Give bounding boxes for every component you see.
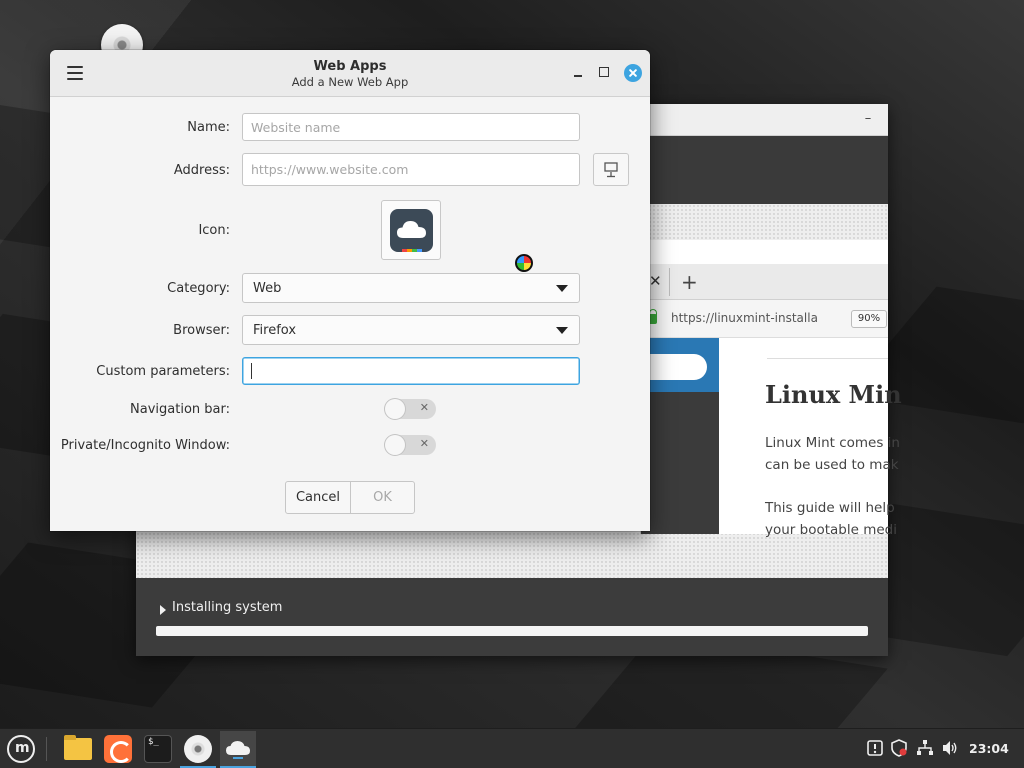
- name-label: Name:: [187, 120, 230, 135]
- dialog-title: Web Apps: [313, 59, 387, 74]
- clock[interactable]: 23:04: [969, 741, 1009, 756]
- slide-line: Linux Mint comes in: [765, 435, 900, 451]
- category-label: Category:: [167, 281, 230, 296]
- menu-button[interactable]: m: [5, 734, 37, 764]
- dropdown-arrow-icon: [556, 327, 568, 334]
- dialog-header: Web Apps Add a New Web App: [50, 50, 650, 97]
- installer-minimize-button[interactable]: –: [862, 112, 874, 126]
- address-label: Address:: [173, 163, 230, 178]
- close-icon: ✕: [649, 272, 662, 290]
- page-rule: [767, 358, 888, 359]
- off-icon: ✕: [419, 401, 429, 414]
- switch-knob: [385, 435, 405, 455]
- custom-parameters-label: Custom parameters:: [96, 364, 230, 379]
- shield-icon[interactable]: [890, 739, 908, 757]
- browser-tab-strip: ✕ +: [641, 264, 888, 300]
- webapps-launcher[interactable]: [220, 731, 256, 768]
- page-search-box: [641, 354, 707, 380]
- switch-knob: [385, 399, 405, 419]
- page-sidebar: [641, 338, 719, 534]
- webapp-cloud-icon: [390, 209, 433, 252]
- category-value: Web: [253, 281, 282, 296]
- navigation-bar-switch[interactable]: ✕: [385, 399, 436, 419]
- dropdown-arrow-icon: [556, 285, 568, 292]
- terminal-icon: $_: [144, 735, 172, 763]
- firefox-icon: [104, 735, 132, 763]
- taskbar: m $_ 23:04: [0, 728, 1024, 768]
- volume-icon[interactable]: [941, 739, 959, 757]
- browser-zoom: 90%: [851, 310, 887, 328]
- browser-value: Firefox: [253, 323, 297, 338]
- browser-label: Browser:: [173, 323, 230, 338]
- cancel-button[interactable]: Cancel: [285, 481, 351, 514]
- address-input[interactable]: [242, 153, 580, 186]
- progress-label: Installing system: [172, 600, 283, 615]
- slide-heading: Linux Min: [765, 380, 902, 409]
- plus-icon: +: [681, 270, 698, 294]
- folder-icon: [64, 735, 92, 760]
- expander-arrow-icon[interactable]: [160, 605, 166, 615]
- private-window-switch[interactable]: ✕: [385, 435, 436, 455]
- navigation-bar-label: Navigation bar:: [130, 402, 230, 417]
- slide-line: your bootable medi: [765, 522, 897, 538]
- install-progress-area: Installing system: [136, 578, 888, 656]
- browser-select[interactable]: Firefox: [242, 315, 580, 345]
- fetch-favicon-button[interactable]: [593, 153, 629, 186]
- icon-picker-button[interactable]: [381, 200, 441, 260]
- taskbar-separator: [46, 737, 47, 761]
- terminal-launcher[interactable]: $_: [140, 731, 176, 767]
- text-caret: [251, 363, 252, 379]
- custom-parameters-input[interactable]: [242, 357, 580, 385]
- page-sidebar-banner: [641, 338, 719, 392]
- browser-url: https://linuxmint-installa: [671, 311, 818, 325]
- update-manager-icon[interactable]: [866, 739, 884, 757]
- minimize-button[interactable]: [572, 64, 586, 82]
- icon-label: Icon:: [198, 223, 230, 238]
- close-button[interactable]: [624, 64, 642, 82]
- installer-launcher[interactable]: [180, 731, 216, 768]
- progress-fill: [156, 626, 868, 636]
- cd-icon: [184, 735, 212, 763]
- web-apps-dialog: Web Apps Add a New Web App Name: Address…: [50, 50, 650, 531]
- dialog-subtitle: Add a New Web App: [291, 75, 409, 89]
- webapp-icon: [226, 741, 250, 759]
- off-icon: ✕: [419, 437, 429, 450]
- maximize-button[interactable]: [599, 67, 609, 77]
- download-icon: [604, 162, 618, 178]
- tab-separator: [669, 268, 670, 296]
- files-launcher[interactable]: [60, 731, 96, 767]
- firefox-launcher[interactable]: [100, 731, 136, 767]
- private-window-label: Private/Incognito Window:: [60, 438, 230, 453]
- ok-button[interactable]: OK: [350, 481, 415, 514]
- install-progress-bar: [156, 626, 868, 636]
- name-input[interactable]: [242, 113, 580, 141]
- slide-line: can be used to mak: [765, 457, 899, 473]
- category-select[interactable]: Web: [242, 273, 580, 303]
- mint-logo-icon: m: [7, 735, 35, 763]
- browser-url-bar: https://linuxmint-installa 90%: [641, 300, 888, 338]
- mouse-cursor-icon: [515, 254, 533, 272]
- network-icon[interactable]: [916, 739, 934, 757]
- slide-line: This guide will help: [765, 500, 895, 516]
